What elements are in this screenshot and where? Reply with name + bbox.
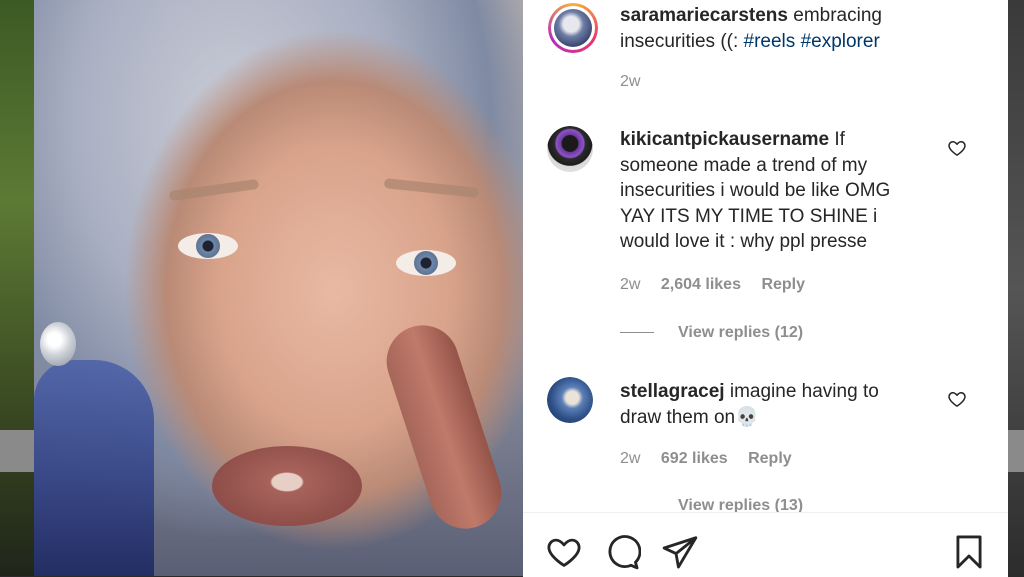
backdrop-right: [1008, 0, 1024, 576]
comments-panel: saramariecarstens embracing insecurities…: [523, 0, 1008, 577]
post-author-username[interactable]: saramariecarstens: [620, 5, 788, 26]
view-replies-button[interactable]: View replies (13): [620, 497, 803, 512]
comment-avatar[interactable]: [547, 126, 593, 172]
skull-emoji: 💀: [735, 406, 759, 428]
comment-text: kikicantpickausername If someone made a …: [620, 127, 920, 255]
comments-list: saramariecarstens embracing insecurities…: [523, 0, 1008, 512]
share-icon[interactable]: [661, 533, 699, 571]
like-comment-heart-icon[interactable]: [947, 138, 967, 158]
comment-avatar[interactable]: [547, 377, 593, 423]
like-comment-heart-icon[interactable]: [947, 389, 967, 409]
view-replies-button[interactable]: View replies (12): [620, 324, 803, 342]
reply-button[interactable]: Reply: [748, 450, 792, 467]
comment-meta: 2w 2,604 likes Reply: [620, 276, 821, 294]
comment-username[interactable]: kikicantpickausername: [620, 129, 829, 150]
post-timestamp[interactable]: 2w: [620, 73, 640, 90]
comment-likes[interactable]: 692 likes: [661, 450, 728, 467]
heart-icon[interactable]: [545, 533, 583, 571]
reel-video[interactable]: [34, 0, 523, 576]
post-caption: saramariecarstens embracing insecurities…: [620, 3, 920, 54]
hashtag-reels[interactable]: #reels: [744, 31, 796, 52]
backdrop-left: [0, 0, 34, 576]
bookmark-icon[interactable]: [950, 533, 988, 571]
comment-timestamp[interactable]: 2w: [620, 450, 640, 467]
action-bar: [523, 512, 1008, 577]
comment-text: stellagracej imagine having to draw them…: [620, 379, 920, 430]
reply-button[interactable]: Reply: [761, 276, 805, 293]
comment-likes[interactable]: 2,604 likes: [661, 276, 741, 293]
comment-meta: 2w 692 likes Reply: [620, 450, 808, 468]
hashtag-explorer[interactable]: #explorer: [801, 31, 880, 52]
comment-timestamp[interactable]: 2w: [620, 276, 640, 293]
post-author-avatar[interactable]: [548, 3, 598, 53]
comment-username[interactable]: stellagracej: [620, 381, 725, 402]
comment-icon[interactable]: [603, 533, 641, 571]
post-meta: 2w: [620, 73, 656, 91]
